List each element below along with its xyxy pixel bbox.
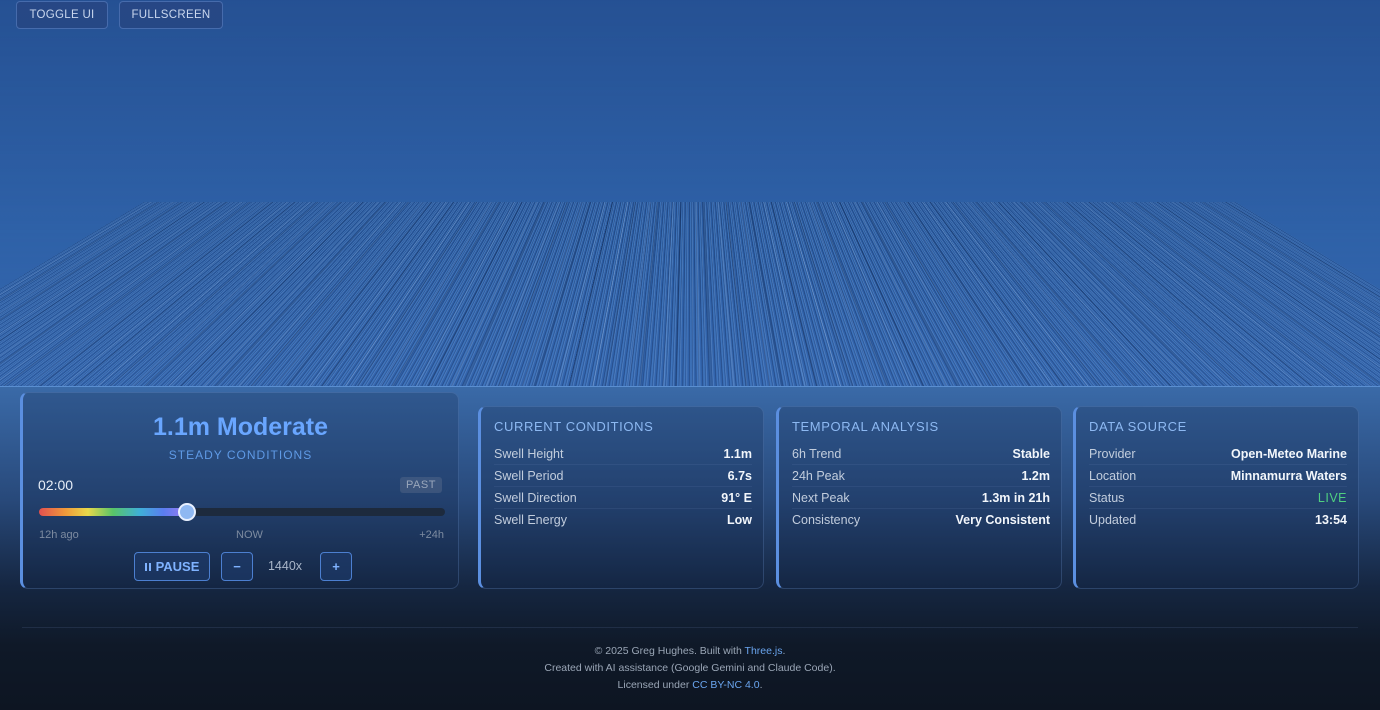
- stat-value: Open-Meteo Marine: [1231, 447, 1347, 461]
- temporal-analysis-title: TEMPORAL ANALYSIS: [792, 419, 939, 434]
- stat-value: 1.1m: [724, 447, 753, 461]
- footer-ai-note: Created with AI assistance (Google Gemin…: [0, 662, 1380, 674]
- stat-value: 1.2m: [1022, 469, 1051, 483]
- stat-value: Low: [727, 513, 752, 527]
- footer-credit-period: .: [782, 645, 785, 657]
- stat-label: Swell Energy: [494, 513, 567, 527]
- license-link[interactable]: CC BY-NC 4.0: [692, 679, 759, 691]
- hero-panel: 1.1m Moderate STEADY CONDITIONS 02:00 PA…: [20, 392, 459, 589]
- stat-row: Status LIVE: [1089, 487, 1347, 509]
- stat-row: Provider Open-Meteo Marine: [1089, 443, 1347, 465]
- stat-row: Location Minnamurra Waters: [1089, 465, 1347, 487]
- data-source-title: DATA SOURCE: [1089, 419, 1187, 434]
- stat-row: 6h Trend Stable: [792, 443, 1050, 465]
- stat-row: Swell Height 1.1m: [494, 443, 752, 465]
- footer-license-text: Licensed under: [618, 679, 693, 691]
- temporal-analysis-panel: TEMPORAL ANALYSIS 6h Trend Stable 24h Pea…: [776, 406, 1062, 589]
- stat-value: Very Consistent: [956, 513, 1050, 527]
- stat-row: Swell Energy Low: [494, 509, 752, 531]
- stat-value: Stable: [1012, 447, 1050, 461]
- stat-value: 6.7s: [728, 469, 752, 483]
- stat-row: Consistency Very Consistent: [792, 509, 1050, 531]
- timeline-time: 02:00: [38, 477, 73, 493]
- stat-value: 13:54: [1315, 513, 1347, 527]
- threejs-link[interactable]: Three.js: [745, 645, 783, 657]
- conditions-subtitle: STEADY CONDITIONS: [23, 448, 458, 462]
- stat-label: Status: [1089, 491, 1124, 505]
- current-conditions-panel: CURRENT CONDITIONS Swell Height 1.1m Swel…: [478, 406, 764, 589]
- pause-icon: [145, 563, 151, 571]
- stat-label: Location: [1089, 469, 1136, 483]
- speed-increase-button[interactable]: +: [320, 552, 352, 581]
- footer-credit: © 2025 Greg Hughes. Built with Three.js.: [0, 645, 1380, 657]
- ocean-shading: [0, 0, 1380, 386]
- stat-value: 91° E: [721, 491, 752, 505]
- timeline-slider-fill: [39, 508, 187, 516]
- timeline-slider[interactable]: [39, 508, 445, 516]
- stat-row: Next Peak 1.3m in 21h: [792, 487, 1050, 509]
- tick-start: 12h ago: [39, 529, 79, 541]
- stat-row: 24h Peak 1.2m: [792, 465, 1050, 487]
- data-source-panel: DATA SOURCE Provider Open-Meteo Marine Lo…: [1073, 406, 1359, 589]
- live-status: LIVE: [1318, 491, 1347, 505]
- stat-label: Consistency: [792, 513, 860, 527]
- footer-divider: [22, 627, 1358, 628]
- toggle-ui-button[interactable]: TOGGLE UI: [16, 1, 108, 29]
- stat-row: Updated 13:54: [1089, 509, 1347, 531]
- past-badge: PAST: [400, 477, 442, 493]
- stat-value: Minnamurra Waters: [1231, 469, 1347, 483]
- timeline-slider-thumb[interactable]: [178, 503, 196, 521]
- stat-row: Swell Period 6.7s: [494, 465, 752, 487]
- stat-label: Updated: [1089, 513, 1136, 527]
- footer-credit-text: © 2025 Greg Hughes. Built with: [595, 645, 745, 657]
- current-conditions-title: CURRENT CONDITIONS: [494, 419, 653, 434]
- stat-value: 1.3m in 21h: [982, 491, 1050, 505]
- stat-label: 24h Peak: [792, 469, 845, 483]
- ocean-visualization[interactable]: [0, 0, 1380, 386]
- footer-license: Licensed under CC BY-NC 4.0.: [0, 679, 1380, 691]
- pause-label: PAUSE: [156, 559, 200, 574]
- tick-now: NOW: [236, 529, 263, 541]
- stat-label: Swell Height: [494, 447, 563, 461]
- stat-label: Next Peak: [792, 491, 850, 505]
- stat-label: 6h Trend: [792, 447, 841, 461]
- stat-label: Swell Direction: [494, 491, 577, 505]
- tick-end: +24h: [419, 529, 444, 541]
- pause-button[interactable]: PAUSE: [134, 552, 210, 581]
- footer-license-period: .: [760, 679, 763, 691]
- speed-decrease-button[interactable]: −: [221, 552, 253, 581]
- wave-summary-title: 1.1m Moderate: [23, 413, 458, 442]
- stat-label: Swell Period: [494, 469, 563, 483]
- stat-row: Swell Direction 91° E: [494, 487, 752, 509]
- stat-label: Provider: [1089, 447, 1136, 461]
- fullscreen-button[interactable]: FULLSCREEN: [119, 1, 223, 29]
- speed-value: 1440x: [259, 559, 311, 573]
